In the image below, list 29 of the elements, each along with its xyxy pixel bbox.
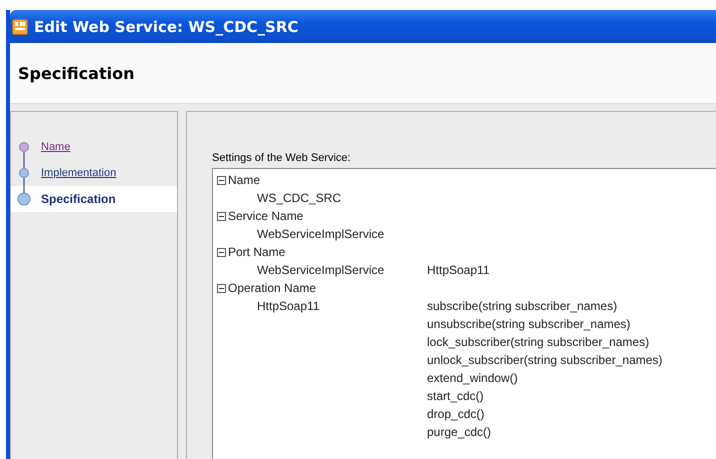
tree-detail: subscribe(string subscriber_names)	[427, 298, 618, 315]
tree-node-label: Operation Name	[228, 281, 316, 295]
collapse-icon[interactable]	[217, 248, 226, 256]
tree-node-label: Port Name	[228, 245, 286, 259]
tree-detail: unsubscribe(string subscriber_names)	[427, 316, 632, 333]
tree-detail: start_cdc()	[427, 388, 485, 405]
tree-detail: lock_subscriber(string subscriber_names)	[427, 334, 650, 351]
tree-detail: HttpSoap11	[427, 262, 490, 279]
step-node-icon	[17, 160, 31, 186]
collapse-icon[interactable]	[217, 212, 226, 220]
settings-label: Settings of the Web Service:	[212, 152, 352, 164]
page-heading: Specification	[18, 64, 134, 82]
tree-value: WS_CDC_SRC	[257, 190, 342, 207]
step-link[interactable]: Implementation	[41, 167, 116, 179]
tree-value: WebServiceImplService	[257, 226, 386, 243]
step-link[interactable]: Name	[41, 141, 70, 153]
tree-detail: purge_cdc()	[427, 424, 492, 441]
tree-detail: extend_window()	[427, 370, 519, 387]
tree-value: WebServiceImplService	[257, 262, 386, 279]
current-step: Specification	[41, 192, 116, 206]
collapse-icon[interactable]	[217, 284, 226, 292]
window-title: Edit Web Service: WS_CDC_SRC	[34, 18, 298, 36]
tree-node-label: Name	[228, 173, 260, 187]
tree-detail: unlock_subscriber(string subscriber_names)	[427, 352, 662, 369]
app-icon	[12, 18, 28, 34]
tree-node-label: Service Name	[228, 209, 304, 223]
tree-value: HttpSoap11	[257, 298, 320, 315]
tree-detail: drop_cdc()	[427, 406, 486, 423]
collapse-icon[interactable]	[217, 176, 226, 184]
